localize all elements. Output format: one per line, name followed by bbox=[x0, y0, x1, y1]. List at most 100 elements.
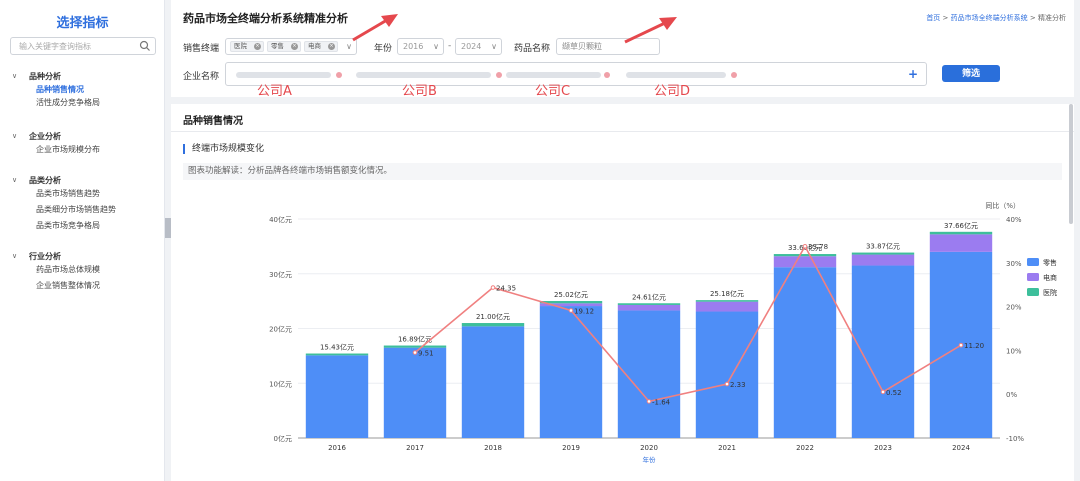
bar-hospital bbox=[461, 323, 525, 327]
growth-point bbox=[646, 399, 652, 404]
sidebar-item-category-trend[interactable]: 品类市场销售趋势 bbox=[12, 186, 116, 202]
y-tick-label: 40亿元 bbox=[269, 215, 292, 224]
breadcrumb: 首页 > 药品市场全终端分析系统 > 精准分析 bbox=[926, 13, 1066, 23]
terminal-tag-retail: 零售 × bbox=[267, 41, 301, 52]
y-tick-label: 0亿元 bbox=[274, 434, 292, 443]
legend-hospital-label: 医院 bbox=[1043, 288, 1057, 297]
sidebar-item-market-scale[interactable]: 药品市场总体规模 bbox=[12, 262, 100, 278]
indicator-search-input[interactable]: 输入关键字查询指标 bbox=[10, 37, 156, 55]
growth-point bbox=[880, 389, 886, 395]
page-title: 药品市场全终端分析系统精准分析 bbox=[183, 12, 348, 25]
x-tick-label: 2023 bbox=[874, 444, 892, 452]
sidebar: 选择指标 输入关键字查询指标 ∨ 品种分析 品种销售情况 活性成分竞争格局 ∨ 企业… bbox=[0, 0, 165, 481]
y2-tick-label: 40% bbox=[1006, 216, 1022, 224]
x-tick-label: 2018 bbox=[484, 444, 502, 452]
y2-tick-label: 30% bbox=[1006, 260, 1022, 268]
growth-label: 33.78 bbox=[808, 243, 828, 251]
company-label-a: 公司A bbox=[257, 84, 292, 99]
search-icon[interactable] bbox=[139, 40, 151, 52]
blurred-company-d bbox=[626, 72, 726, 78]
close-icon[interactable]: × bbox=[254, 43, 261, 50]
enterprise-label: 企业名称 bbox=[183, 72, 220, 82]
filter-button[interactable]: 筛选 bbox=[942, 65, 1000, 82]
bar-retail bbox=[617, 310, 681, 438]
bar-retail bbox=[305, 355, 369, 438]
bar-hospital bbox=[851, 252, 915, 255]
sidebar-item-enterprise-scale[interactable]: 企业市场规模分布 bbox=[12, 142, 100, 158]
group-enterprise-analysis: ∨ 企业分析 企业市场规模分布 bbox=[12, 130, 100, 158]
growth-point bbox=[412, 350, 418, 355]
group-header-enterprise[interactable]: ∨ 企业分析 bbox=[12, 130, 100, 142]
add-enterprise-icon[interactable]: + bbox=[908, 67, 918, 81]
bar-hospital bbox=[383, 345, 447, 348]
group-header-variety[interactable]: ∨ 品种分析 bbox=[12, 70, 100, 82]
x-tick-label: 2017 bbox=[406, 444, 424, 452]
terminal-market-chart: 0亿元 10亿元 20亿元 30亿元 40亿元 -10% 0% 10% 20% 30% 40% 同比（… bbox=[269, 201, 1057, 464]
x-tick-label: 2019 bbox=[562, 444, 580, 452]
bar-hospital bbox=[305, 353, 369, 356]
y2-tick-label: -10% bbox=[1006, 435, 1024, 443]
year-from-select[interactable]: 2016 ∨ bbox=[397, 38, 444, 55]
group-header-industry[interactable]: ∨ 行业分析 bbox=[12, 250, 100, 262]
growth-label: 2.33 bbox=[730, 381, 746, 389]
chevron-down-icon[interactable]: ∨ bbox=[346, 42, 352, 51]
growth-point bbox=[724, 381, 730, 387]
y-tick-label: 10亿元 bbox=[269, 379, 292, 388]
y2-axis-label: 同比（%） bbox=[985, 201, 1020, 210]
bar-total-label: 25.18亿元 bbox=[710, 289, 744, 298]
terminal-select[interactable]: 医院 × 零售 × 电商 × ∨ bbox=[225, 38, 357, 55]
enterprise-input[interactable]: + bbox=[225, 62, 927, 86]
blurred-company-b-mark bbox=[496, 72, 502, 78]
y2-tick-label: 0% bbox=[1006, 391, 1017, 399]
sidebar-item-category-sub-trend[interactable]: 品类细分市场销售趋势 bbox=[12, 202, 116, 218]
bar-ecommerce bbox=[695, 301, 759, 312]
breadcrumb-separator: > bbox=[942, 14, 949, 22]
blurred-company-c bbox=[506, 72, 601, 78]
bar-retail bbox=[773, 267, 837, 438]
bar-retail bbox=[461, 326, 525, 438]
company-label-b: 公司B bbox=[402, 84, 437, 99]
legend-retail-swatch bbox=[1027, 258, 1039, 266]
filter-panel: 药品市场全终端分析系统精准分析 首页 > 药品市场全终端分析系统 > 精准分析 … bbox=[171, 0, 1074, 99]
bar-ecommerce bbox=[929, 234, 993, 252]
growth-point bbox=[490, 285, 496, 290]
y-tick-label: 30亿元 bbox=[269, 270, 292, 279]
group-header-category[interactable]: ∨ 品类分析 bbox=[12, 174, 116, 186]
chart-panel: 品种销售情况 终端市场规模变化 图表功能解读：分析品牌各终端市场销售额变化情况。… bbox=[171, 104, 1074, 481]
y2-tick-label: 10% bbox=[1006, 347, 1022, 355]
close-icon[interactable]: × bbox=[328, 43, 335, 50]
bar-hospital bbox=[773, 254, 837, 257]
terminal-tag-hospital: 医院 × bbox=[230, 41, 264, 52]
sidebar-item-enterprise-sales[interactable]: 企业销售整体情况 bbox=[12, 278, 100, 294]
x-tick-label: 2020 bbox=[640, 444, 658, 452]
bar-retail bbox=[539, 306, 603, 438]
bar-total-label: 21.00亿元 bbox=[476, 312, 510, 321]
growth-point bbox=[958, 342, 964, 348]
drug-name-label: 药品名称 bbox=[514, 44, 551, 54]
x-tick-label: 2022 bbox=[796, 444, 814, 452]
terminal-label: 销售终端 bbox=[183, 44, 220, 54]
year-separator: - bbox=[448, 41, 452, 51]
y-tick-label: 20亿元 bbox=[269, 325, 292, 334]
breadcrumb-home[interactable]: 首页 bbox=[926, 14, 940, 22]
growth-point bbox=[568, 308, 574, 313]
close-icon[interactable]: × bbox=[291, 43, 298, 50]
bar-total-label: 25.02亿元 bbox=[554, 290, 588, 299]
bar-ecommerce bbox=[773, 256, 837, 268]
year-to-select[interactable]: 2024 ∨ bbox=[455, 38, 502, 55]
breadcrumb-current: 精准分析 bbox=[1038, 14, 1066, 22]
chevron-down-icon: ∨ bbox=[12, 252, 18, 260]
blurred-company-a-mark bbox=[336, 72, 342, 78]
bar-ecommerce bbox=[617, 304, 681, 311]
breadcrumb-system[interactable]: 药品市场全终端分析系统 bbox=[951, 14, 1028, 22]
y2-tick-label: 20% bbox=[1006, 304, 1022, 312]
sidebar-item-category-competition[interactable]: 品类市场竞争格局 bbox=[12, 218, 116, 234]
bar-hospital bbox=[695, 300, 759, 302]
bar-hospital bbox=[539, 301, 603, 304]
annotation-arrow-left bbox=[352, 14, 398, 42]
chevron-down-icon: ∨ bbox=[12, 176, 18, 184]
bar-total-label: 37.66亿元 bbox=[944, 221, 978, 230]
sidebar-item-active-ingredient[interactable]: 活性成分竞争格局 bbox=[12, 95, 100, 111]
blurred-company-d-mark bbox=[731, 72, 737, 78]
bar-retail bbox=[695, 311, 759, 438]
